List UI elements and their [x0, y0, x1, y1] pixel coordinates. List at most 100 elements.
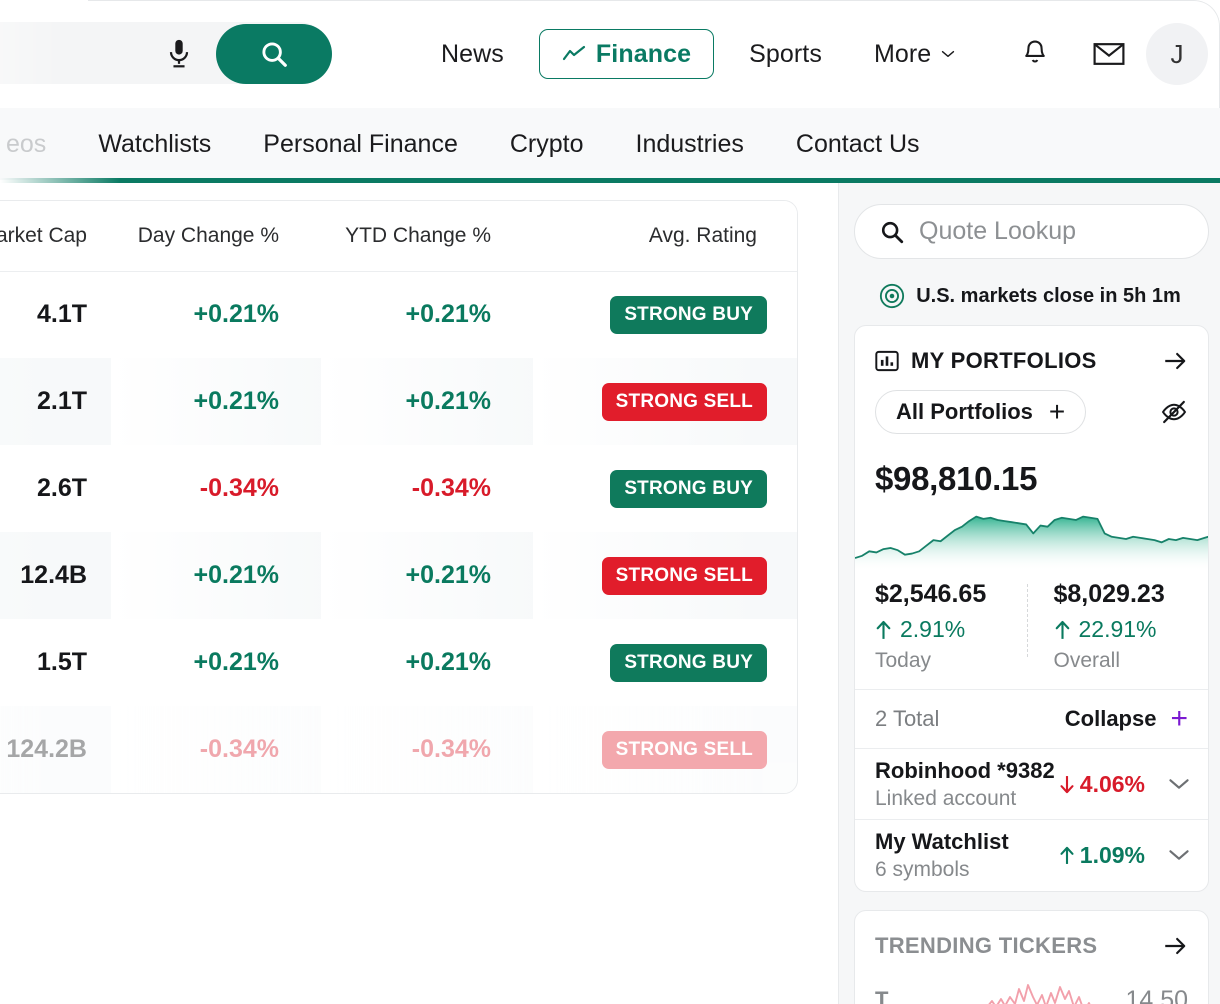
trending-tickers-card: TRENDING TICKERS T 14.50: [854, 910, 1209, 1004]
portfolio-item-text: My Watchlist 6 symbols: [875, 829, 1009, 882]
quote-lookup-input[interactable]: Quote Lookup: [854, 204, 1209, 259]
nav-item-sports[interactable]: Sports: [723, 40, 848, 69]
table-header: Market Cap Day Change % YTD Change % Avg…: [0, 201, 797, 272]
portfolios-controls: All Portfolios +: [855, 374, 1208, 434]
cell-ytd-change: +0.21%: [405, 300, 492, 329]
column-header-day-change[interactable]: Day Change %: [111, 201, 321, 272]
stat-percent: 22.91%: [1054, 616, 1209, 643]
trending-card-header: TRENDING TICKERS: [855, 911, 1208, 959]
stat-label: Today: [875, 649, 932, 672]
portfolio-item-sub: 6 symbols: [875, 857, 970, 881]
cell-market-cap: 2.1T: [0, 358, 111, 445]
column-header-avg-rating[interactable]: Avg. Rating: [533, 201, 797, 272]
collapse-button[interactable]: Collapse: [1065, 706, 1157, 732]
table-body: 4.1T +0.21% +0.21% STRONG BUY 2.1T +0.21% +0.2…: [0, 271, 797, 793]
header-actions: J: [998, 0, 1220, 108]
table-row[interactable]: 124.2B -0.34% -0.34% STRONG SELL: [0, 706, 797, 793]
mail-button[interactable]: [1072, 0, 1146, 108]
stat-percent-text: 2.91%: [900, 616, 966, 642]
table-row[interactable]: 2.1T +0.21% +0.21% STRONG SELL: [0, 358, 797, 445]
trending-ticker-row[interactable]: T 14.50: [855, 959, 1208, 1004]
add-portfolio-plus[interactable]: +: [1049, 398, 1065, 426]
notifications-button[interactable]: [998, 0, 1072, 108]
stat-percent-text: 22.91%: [1078, 616, 1157, 642]
search-submit-button[interactable]: [216, 24, 332, 84]
broadcast-icon: [880, 283, 905, 309]
cell-ytd-change: -0.34%: [411, 474, 491, 502]
arrow-right-icon[interactable]: [1162, 348, 1188, 374]
portfolios-card-header: MY PORTFOLIOS: [855, 326, 1208, 374]
cell-day-change: +0.21%: [111, 532, 321, 619]
stocks-table-card: Market Cap Day Change % YTD Change % Avg…: [0, 200, 798, 794]
arrow-up-icon: [1055, 620, 1069, 639]
all-portfolios-selector[interactable]: All Portfolios +: [875, 390, 1087, 434]
all-portfolios-label: All Portfolios: [896, 399, 1033, 424]
nav-item-finance-label: Finance: [595, 39, 692, 68]
cell-market-cap: 2.6T: [36, 474, 87, 502]
portfolio-stats: $2,546.65 2.91% Today $8,029.23 22.91% O…: [855, 570, 1208, 673]
table-row[interactable]: 4.1T +0.21% +0.21% STRONG BUY: [0, 271, 797, 358]
portfolio-item-change-text: 1.09%: [1079, 841, 1145, 868]
portfolios-title: MY PORTFOLIOS: [911, 348, 1097, 373]
chevron-down-icon[interactable]: [1168, 844, 1190, 866]
table-row[interactable]: 12.4B +0.21% +0.21% STRONG SELL: [0, 532, 797, 619]
arrow-up-icon: [876, 620, 891, 639]
list-item[interactable]: Robinhood *9382 Linked account 4.06%: [855, 748, 1208, 819]
portfolio-item-change: 1.09%: [1059, 842, 1190, 869]
arrow-right-icon[interactable]: [1162, 933, 1188, 959]
subnav-item-industries[interactable]: Industries: [610, 130, 770, 159]
cell-ytd-change: +0.21%: [321, 532, 533, 619]
eye-off-icon[interactable]: [1160, 398, 1188, 426]
microphone-icon[interactable]: [164, 38, 194, 70]
list-item[interactable]: My Watchlist 6 symbols 1.09%: [855, 819, 1208, 890]
subnav-item-watchlists[interactable]: Watchlists: [72, 130, 237, 159]
my-portfolios-card: MY PORTFOLIOS All Portfolios + $98,810.1…: [854, 325, 1209, 892]
subnav-item-partial[interactable]: eos: [0, 130, 72, 159]
stat-label: Overall: [1053, 649, 1121, 672]
subnav-item-personal-finance[interactable]: Personal Finance: [237, 130, 484, 159]
nav-item-finance[interactable]: Finance: [538, 29, 715, 79]
cell-market-cap: 4.1T: [36, 300, 87, 329]
nav-item-news[interactable]: News: [415, 40, 530, 69]
arrow-up-icon: [1060, 846, 1074, 864]
column-header-ytd-change[interactable]: YTD Change %: [321, 201, 533, 272]
status-badge: STRONG BUY: [610, 469, 767, 508]
cell-avg-rating: STRONG BUY: [533, 619, 797, 706]
ticker-symbol: T: [875, 987, 889, 1004]
portfolio-item-change: 4.06%: [1059, 771, 1190, 798]
status-badge: STRONG BUY: [610, 295, 767, 334]
main-content: Market Cap Day Change % YTD Change % Avg…: [0, 183, 838, 1004]
primary-nav: News Finance Sports More: [415, 0, 981, 108]
nav-item-more[interactable]: More: [848, 40, 981, 69]
table-header-row: Market Cap Day Change % YTD Change % Avg…: [0, 201, 797, 272]
avatar[interactable]: J: [1146, 23, 1208, 85]
market-status: U.S. markets close in 5h 1m: [839, 283, 1220, 309]
bar-chart-icon: [875, 350, 899, 372]
table-row[interactable]: 2.6T -0.34% -0.34% STRONG BUY: [0, 445, 797, 532]
cell-avg-rating: STRONG BUY: [533, 271, 797, 358]
portfolio-stat-overall: $8,029.23 22.91% Overall: [1032, 580, 1209, 673]
cell-avg-rating: STRONG SELL: [533, 706, 797, 793]
arrow-down-icon: [1060, 775, 1074, 793]
column-header-market-cap[interactable]: Market Cap: [0, 201, 111, 272]
portfolio-item-name: Robinhood *9382: [875, 757, 1055, 783]
portfolio-sparkline-svg: [855, 515, 1208, 570]
cell-day-change: +0.21%: [111, 358, 321, 445]
right-sidebar: Quote Lookup U.S. markets close in 5h 1m…: [838, 183, 1220, 1004]
cell-market-cap: 12.4B: [0, 532, 111, 619]
portfolio-item-sub: Linked account: [875, 786, 1017, 810]
table-row[interactable]: 1.5T +0.21% +0.21% STRONG BUY: [0, 619, 797, 706]
cell-day-change: +0.21%: [193, 648, 280, 676]
subnav-item-contact-us[interactable]: Contact Us: [770, 130, 946, 159]
nav-item-more-label: More: [873, 39, 932, 68]
subnav-item-crypto[interactable]: Crypto: [484, 130, 610, 159]
chevron-down-icon[interactable]: [1168, 773, 1190, 795]
ticker-price: 14.50: [1125, 985, 1188, 1004]
market-status-text: U.S. markets close in 5h 1m: [916, 284, 1181, 307]
portfolio-total-value: $98,810.15: [875, 460, 1038, 497]
portfolio-sparkline: [855, 508, 1208, 570]
add-button[interactable]: +: [1170, 704, 1188, 734]
mail-icon: [1093, 43, 1125, 65]
search-icon: [881, 221, 904, 243]
search-icon: [262, 42, 287, 67]
